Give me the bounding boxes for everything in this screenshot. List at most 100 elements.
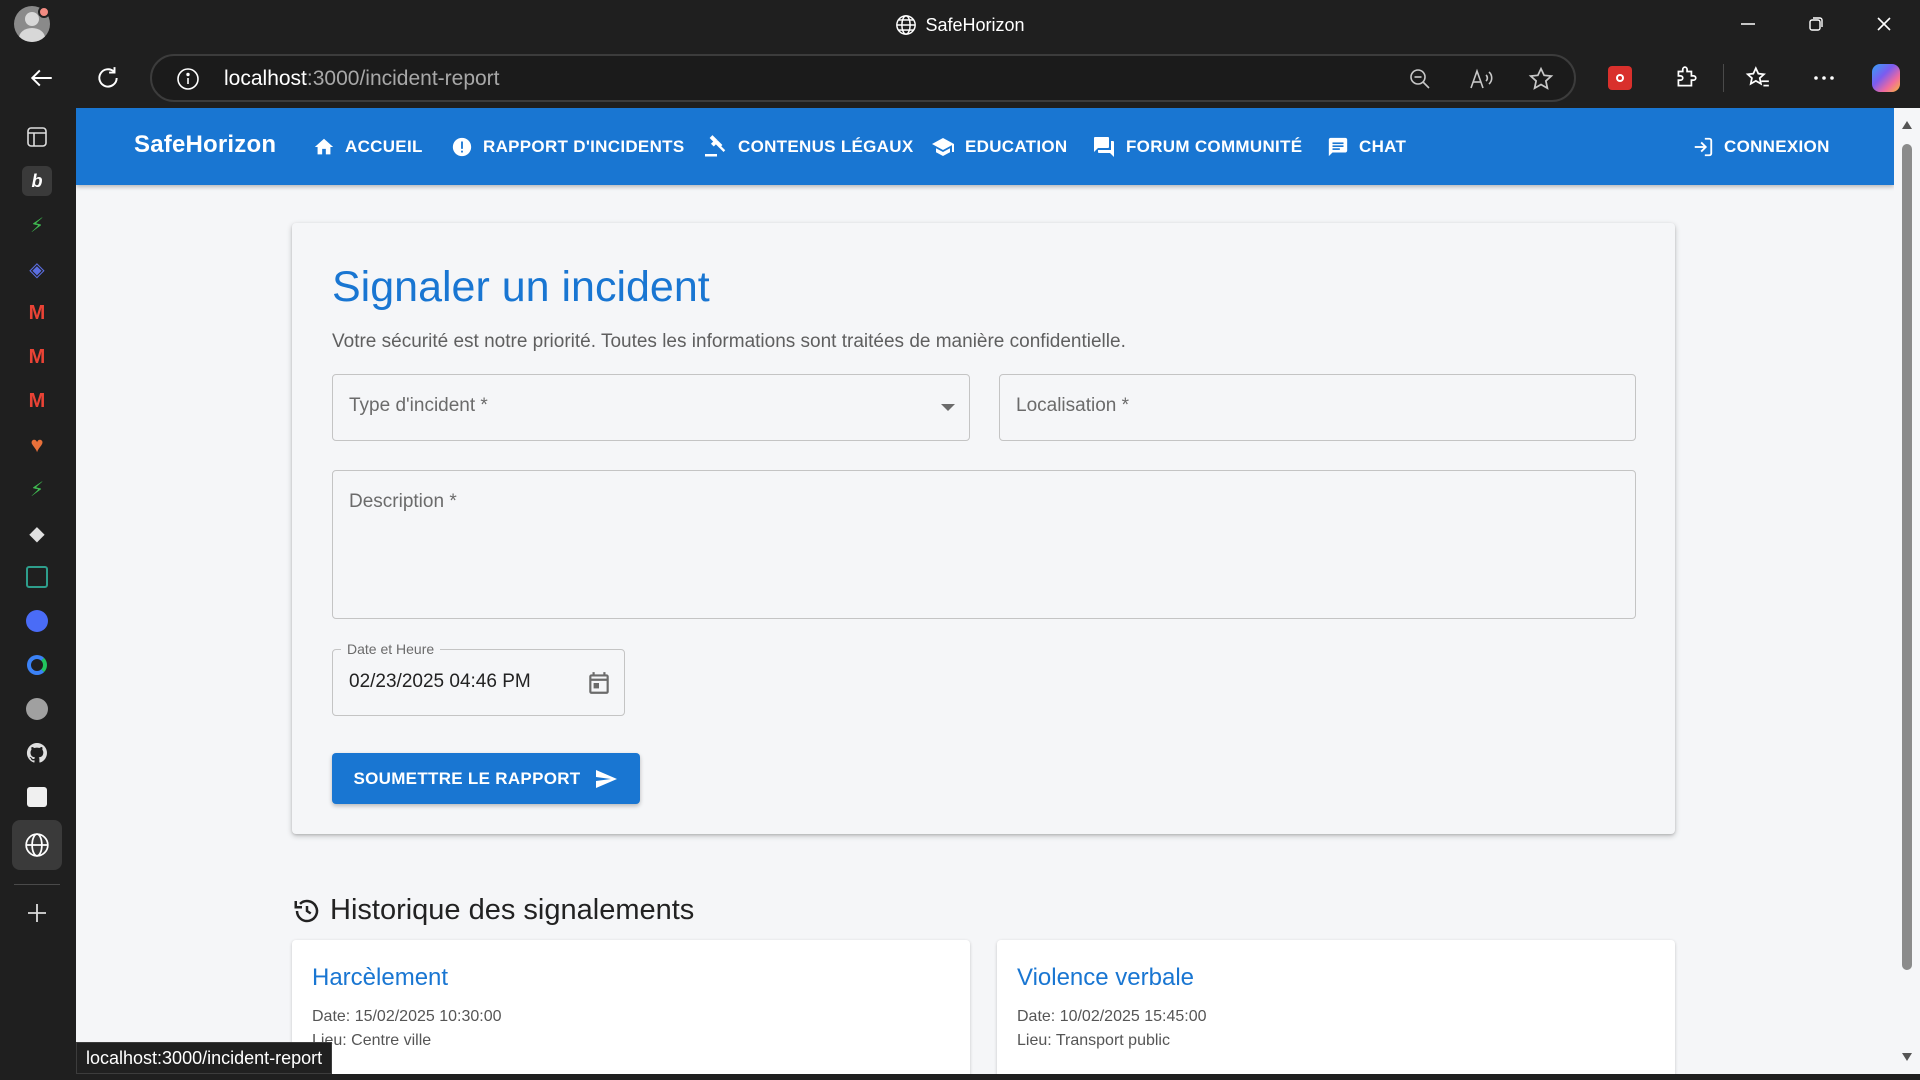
copilot-icon (1872, 64, 1900, 92)
sidebar-tab-gmail-3[interactable]: M (22, 386, 52, 416)
sidebar-tab-3[interactable]: ◈ (22, 254, 52, 284)
zoom-out-icon[interactable] (1408, 67, 1432, 91)
sidebar-tab-2[interactable]: ⚡ (22, 210, 52, 240)
nav-forum[interactable]: Forum Communité (1092, 132, 1302, 162)
tab-panel-icon (27, 127, 47, 147)
back-button[interactable] (26, 62, 58, 94)
title-bar: SafeHorizon (0, 0, 1920, 48)
back-arrow-icon (30, 69, 52, 87)
history-card-date: Date: 15/02/2025 10:30:00 (312, 1008, 502, 1025)
url-text[interactable]: localhost:3000/incident-report (224, 67, 500, 91)
extension-button[interactable] (1604, 62, 1636, 94)
history-card[interactable]: Harcèlement Date: 15/02/2025 10:30:00 Li… (292, 940, 970, 1074)
nav-chat[interactable]: Chat (1327, 132, 1406, 162)
window-title: SafeHorizon (0, 14, 1920, 36)
page-scrollbar[interactable] (1894, 108, 1920, 1074)
c-app-icon (26, 698, 48, 720)
nav-contenus-legaux-label: Contenus légaux (738, 137, 914, 156)
refresh-button[interactable] (92, 62, 124, 94)
sidebar-tab-active[interactable] (12, 820, 62, 870)
sidebar-tab-ring[interactable] (22, 650, 52, 680)
incident-form-card: Signaler un incident Votre sécurité est … (292, 223, 1675, 834)
location-label: Localisation * (1016, 395, 1130, 416)
location-field[interactable]: Localisation * (999, 374, 1636, 441)
browser-toolbar: localhost:3000/incident-report (0, 48, 1920, 108)
home-icon (314, 138, 334, 155)
school-icon (932, 138, 954, 156)
code-icon (26, 566, 48, 588)
sidebar-tab-bolt[interactable]: ⚡ (22, 474, 52, 504)
ring-app-icon (27, 655, 47, 675)
puzzle-icon (1677, 66, 1697, 87)
incident-type-select[interactable]: Type d'incident * (332, 374, 970, 441)
nav-education[interactable]: Education (931, 132, 1068, 162)
box-app-icon (27, 787, 47, 807)
address-bar[interactable]: localhost:3000/incident-report (150, 54, 1576, 102)
scroll-thumb[interactable] (1902, 144, 1912, 970)
url-host: localhost (224, 67, 307, 90)
sidebar-tab-circle[interactable] (22, 606, 52, 636)
nav-rapport-label: Rapport d'incidents (483, 137, 685, 156)
new-tab-button[interactable] (22, 898, 52, 928)
login-icon (1694, 137, 1713, 157)
minimize-icon (1741, 23, 1755, 25)
restore-icon (1809, 17, 1823, 31)
calendar-icon[interactable] (586, 670, 612, 696)
nav-accueil[interactable]: Accueil (313, 132, 423, 162)
read-aloud-icon[interactable] (1468, 67, 1494, 91)
submit-report-button[interactable]: SOUMETTRE LE RAPPORT (332, 753, 640, 804)
more-dots-icon (1814, 76, 1834, 80)
copilot-button[interactable] (1870, 62, 1902, 94)
sidebar-tab-gmail-1[interactable]: M (22, 298, 52, 328)
status-url-tooltip: localhost:3000/incident-report (76, 1042, 333, 1074)
dropdown-arrow-icon (941, 404, 955, 411)
sidebar-tab-gmail-2[interactable]: M (22, 342, 52, 372)
sidebar-tabs-button[interactable] (22, 122, 52, 152)
favorite-star-icon[interactable] (1528, 66, 1554, 92)
nav-rapport[interactable]: Rapport d'incidents (451, 132, 684, 162)
favorites-button[interactable] (1742, 62, 1774, 94)
sidebar-tab-github[interactable] (22, 738, 52, 768)
tab-favicon-b-icon: b (31, 170, 43, 191)
brand-logo-text[interactable]: SafeHorizon (134, 131, 276, 159)
url-path: :3000/incident-report (306, 67, 500, 90)
nav-contenus-legaux[interactable]: Contenus légaux (704, 132, 913, 162)
sidebar-tab-c[interactable] (22, 694, 52, 724)
history-card[interactable]: Violence verbale Date: 10/02/2025 15:45:… (997, 940, 1675, 1074)
sidebar-tab-code[interactable] (22, 562, 52, 592)
tab-favicon-bolt-icon: ⚡ (29, 478, 45, 501)
gavel-icon (705, 135, 726, 157)
site-info-icon[interactable] (176, 67, 200, 91)
forum-icon (1094, 137, 1114, 157)
extensions-button[interactable] (1670, 62, 1702, 94)
app-bar: SafeHorizon Accueil Rapport d'incidents … (76, 108, 1894, 185)
gmail-icon: M (28, 389, 46, 412)
minimize-button[interactable] (1728, 8, 1768, 40)
sidebar-tab-1[interactable]: b (22, 166, 52, 196)
chat-icon (1328, 137, 1348, 157)
send-icon (595, 769, 617, 788)
sidebar-tab-cube[interactable]: ◆ (22, 518, 52, 548)
description-field[interactable]: Description * (332, 470, 1636, 619)
cube-icon: ◆ (29, 522, 45, 545)
description-label: Description * (349, 491, 457, 512)
circle-app-icon (26, 610, 48, 632)
scroll-down-icon[interactable] (1901, 1052, 1913, 1062)
nav-accueil-label: Accueil (345, 137, 423, 156)
favorites-icon (1745, 66, 1769, 87)
sidebar-tab-box[interactable] (22, 782, 52, 812)
history-heading: Historique des signalements (292, 894, 694, 927)
datetime-value: 02/23/2025 04:46 PM (349, 671, 531, 692)
gmail-icon: M (28, 345, 46, 368)
scroll-up-icon[interactable] (1901, 120, 1913, 130)
gmail-icon: M (28, 301, 46, 324)
restore-button[interactable] (1796, 8, 1836, 40)
tab-favicon-bolt-icon: ⚡ (29, 214, 45, 237)
more-button[interactable] (1808, 62, 1840, 94)
close-button[interactable] (1864, 8, 1904, 40)
login-button[interactable]: Connexion (1692, 132, 1830, 162)
heart-icon: ♥ (30, 432, 44, 457)
close-icon (1877, 17, 1891, 31)
sidebar-tab-heart[interactable]: ♥ (22, 430, 52, 460)
datetime-field[interactable]: Date et Heure 02/23/2025 04:46 PM (332, 641, 625, 716)
